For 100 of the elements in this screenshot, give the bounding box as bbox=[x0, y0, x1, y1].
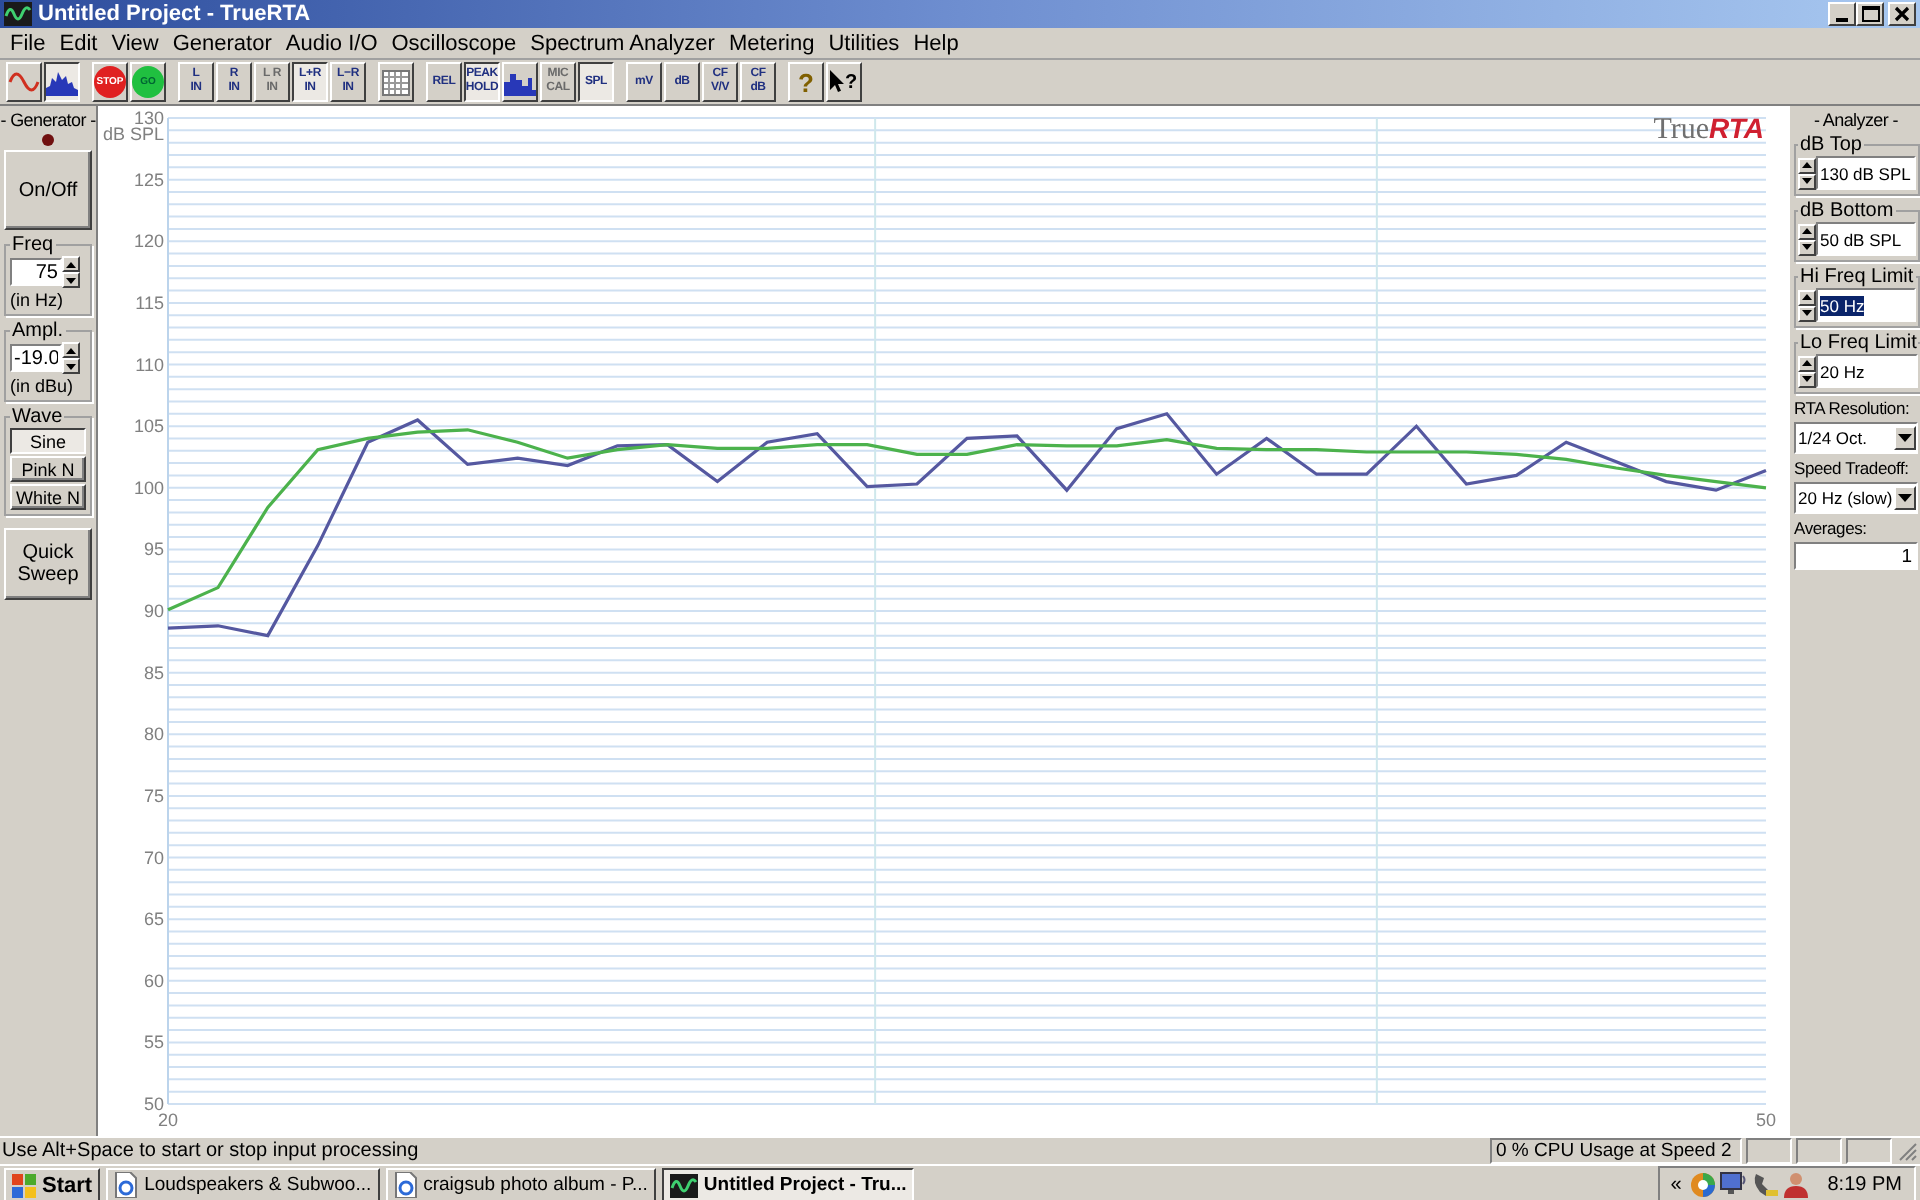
down-arrow-icon bbox=[1802, 376, 1812, 382]
unit-label: (in dBu) bbox=[10, 376, 76, 396]
document-icon bbox=[393, 1172, 418, 1198]
down-arrow-icon bbox=[66, 363, 76, 369]
menu-item[interactable]: Edit bbox=[51, 31, 104, 55]
dropdown[interactable]: 20 Hz (slow) bbox=[1794, 482, 1918, 514]
number-field[interactable]: 75 bbox=[10, 258, 62, 286]
clock: 8:19 PM bbox=[1827, 1174, 1902, 1196]
color-wheel-icon[interactable] bbox=[1689, 1172, 1716, 1198]
spin-up-button[interactable] bbox=[1798, 355, 1816, 371]
up-arrow-icon bbox=[1802, 294, 1812, 300]
waveform-icon bbox=[669, 1173, 698, 1197]
axis-tick-label: 105 bbox=[133, 416, 164, 437]
spin-up-button[interactable] bbox=[1798, 223, 1816, 239]
dropdown-arrow-icon bbox=[1898, 434, 1912, 442]
down-arrow-icon bbox=[1802, 244, 1812, 250]
waveform-icon bbox=[4, 2, 32, 26]
spin-up-button[interactable] bbox=[62, 342, 80, 358]
context-help-button[interactable]: ? bbox=[826, 62, 862, 102]
sine-wave-icon bbox=[8, 70, 40, 94]
minimize-button[interactable] bbox=[1828, 2, 1856, 26]
waveform-button[interactable] bbox=[6, 62, 42, 102]
maximize-button[interactable] bbox=[1856, 2, 1884, 26]
menu-item[interactable]: View bbox=[103, 31, 165, 55]
menu-item[interactable]: Oscilloscope bbox=[383, 31, 523, 55]
wave-option[interactable]: White N bbox=[10, 484, 86, 510]
taskbar-button[interactable]: Loudspeakers & Subwoo... bbox=[106, 1168, 380, 1200]
axis-tick-label: 50 bbox=[1756, 1110, 1776, 1130]
menu-item[interactable]: Utilities bbox=[820, 31, 906, 55]
wave-option[interactable]: Pink N bbox=[10, 456, 86, 482]
show-hidden-icons-button[interactable]: « bbox=[1666, 1174, 1686, 1196]
group-label: Ampl. bbox=[10, 320, 66, 342]
axis-tick-label: 20 bbox=[158, 1110, 178, 1130]
axis-tick-label: 95 bbox=[143, 539, 164, 560]
menu-item[interactable]: Metering bbox=[720, 31, 821, 55]
axis-tick-label: 125 bbox=[133, 169, 164, 190]
phone-icon[interactable] bbox=[1751, 1172, 1780, 1198]
axis-tick-label: 85 bbox=[143, 662, 164, 683]
group-label: Freq bbox=[10, 234, 56, 256]
user-icon[interactable] bbox=[1783, 1172, 1808, 1198]
document-icon bbox=[114, 1172, 139, 1198]
spin-down-button[interactable] bbox=[62, 272, 80, 288]
number-field[interactable]: -19.0 bbox=[10, 344, 62, 372]
spin-up-button[interactable] bbox=[62, 256, 80, 272]
menu-item[interactable]: Help bbox=[905, 31, 965, 55]
down-arrow-icon bbox=[1802, 310, 1812, 316]
axis-tick-label: 80 bbox=[143, 724, 164, 745]
group-label: Lo Freq Limit bbox=[1798, 332, 1919, 354]
on-off-button[interactable]: On/Off bbox=[4, 150, 92, 230]
grid-button[interactable] bbox=[378, 62, 414, 102]
bar-graph-button[interactable] bbox=[502, 62, 538, 102]
spin-up-button[interactable] bbox=[1798, 289, 1816, 305]
down-arrow-icon bbox=[1802, 178, 1812, 184]
close-button[interactable] bbox=[1888, 2, 1916, 26]
pointer-icon bbox=[830, 70, 845, 94]
averages-field[interactable]: 1 bbox=[1794, 542, 1918, 570]
up-arrow-icon bbox=[66, 347, 76, 353]
menu-item[interactable]: Generator bbox=[164, 31, 278, 55]
axis-tick-label: 55 bbox=[143, 1032, 164, 1053]
group-label: Hi Freq Limit bbox=[1798, 266, 1916, 288]
group-label: Wave bbox=[10, 406, 65, 428]
spin-up-button[interactable] bbox=[1798, 157, 1816, 173]
axis-tick-label: 100 bbox=[133, 477, 164, 498]
group-label: dB Top bbox=[1798, 134, 1864, 156]
status-message: Use Alt+Space to start or stop input processing bbox=[2, 1140, 421, 1162]
wave-option[interactable]: Sine bbox=[10, 428, 86, 454]
axis-tick-label: 75 bbox=[143, 785, 164, 806]
taskbar-button[interactable]: craigsub photo album - P... bbox=[385, 1168, 656, 1200]
window-title: Untitled Project - TrueRTA bbox=[38, 2, 313, 26]
unit-label: (in Hz) bbox=[10, 290, 65, 310]
value-text[interactable]: 50 Hz bbox=[1820, 295, 1865, 315]
axis-tick-label: 115 bbox=[135, 292, 164, 313]
up-arrow-icon bbox=[1802, 228, 1812, 234]
axis-tick-label: 120 bbox=[133, 231, 164, 252]
menu-item[interactable]: Audio I/O bbox=[277, 31, 384, 55]
spectrum-icon bbox=[46, 69, 78, 95]
panel-title: - Generator - bbox=[0, 110, 96, 130]
app-logo: TrueRTA bbox=[1653, 112, 1764, 148]
panel-title: - Analyzer - bbox=[1812, 110, 1900, 130]
help-button[interactable]: ? bbox=[788, 62, 824, 102]
close-icon bbox=[1894, 6, 1910, 22]
spin-down-button[interactable] bbox=[62, 358, 80, 374]
menu-item[interactable]: Spectrum Analyzer bbox=[522, 31, 721, 55]
up-arrow-icon bbox=[1802, 162, 1812, 168]
spectrum-button[interactable] bbox=[44, 62, 80, 102]
bar-graph-icon bbox=[504, 69, 536, 95]
quick-sweep-button[interactable]: Quick Sweep bbox=[4, 528, 92, 600]
group-label: dB Bottom bbox=[1798, 200, 1896, 222]
windows-flag-icon bbox=[12, 1173, 36, 1197]
resize-grip-icon bbox=[1896, 1140, 1918, 1162]
axis-tick-label: 50 bbox=[143, 1094, 164, 1114]
field-label: Averages: bbox=[1794, 518, 1869, 538]
down-arrow-icon bbox=[66, 277, 76, 283]
up-arrow-icon bbox=[1802, 360, 1812, 366]
taskbar-button[interactable]: Untitled Project - Tru... bbox=[661, 1168, 915, 1200]
start-button[interactable]: Start bbox=[4, 1168, 101, 1200]
monitor-icon[interactable] bbox=[1719, 1172, 1748, 1198]
menu-item[interactable]: File bbox=[2, 31, 52, 55]
axis-tick-label: 90 bbox=[143, 601, 164, 621]
dropdown[interactable]: 1/24 Oct. bbox=[1794, 422, 1918, 454]
